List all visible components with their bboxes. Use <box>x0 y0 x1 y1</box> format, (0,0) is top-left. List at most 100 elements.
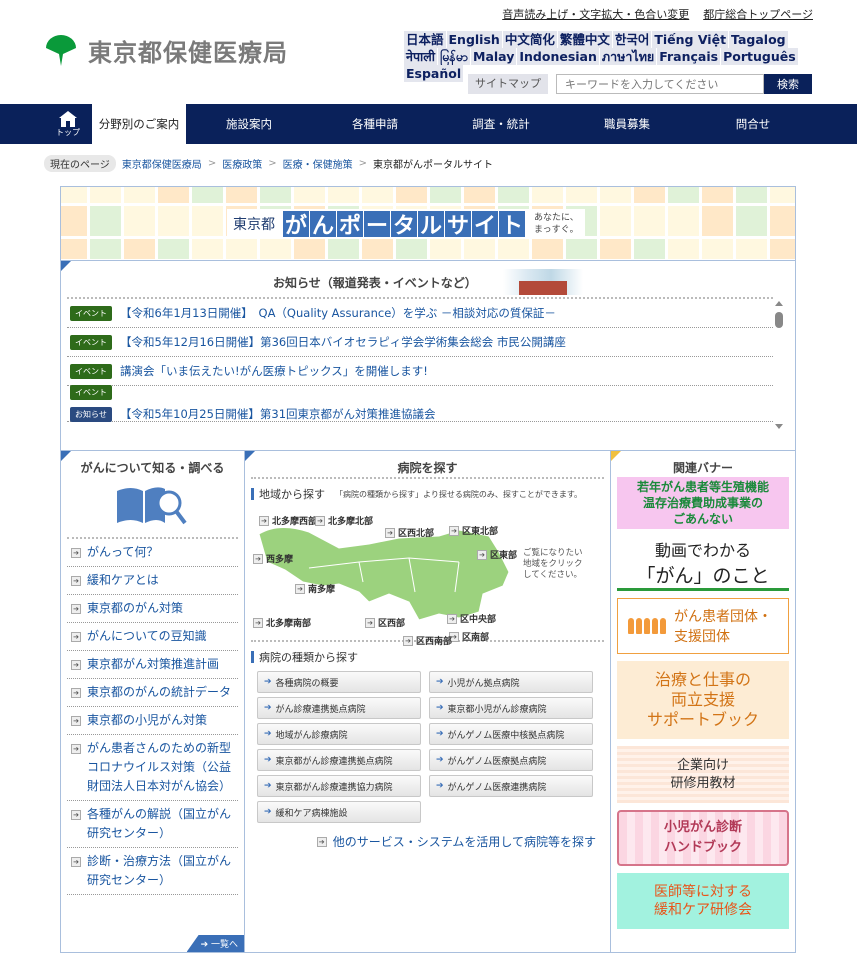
map-region-link[interactable]: ➔ 区西部 <box>365 616 405 629</box>
breadcrumb-link[interactable]: 東京都保健医療局 <box>122 156 202 171</box>
nav-item-recruitment[interactable]: 職員募集 <box>564 104 690 144</box>
metro-top-link[interactable]: 都庁総合トップページ <box>703 6 813 22</box>
nav-item-statistics[interactable]: 調査・統計 <box>438 104 564 144</box>
view-all-link[interactable]: ➔ 一覧へ <box>186 935 244 952</box>
learn-link[interactable]: 各種がんの解説（国立がん研究センター） <box>87 805 238 843</box>
banner-cancer-video[interactable]: 動画でわかる 「がん」のこと <box>617 536 789 591</box>
learn-link[interactable]: 東京都のがん対策 <box>87 599 183 618</box>
news-link[interactable]: 講演会「いま伝えたい!がん医療トピックス」を開催します! <box>120 363 428 379</box>
related-banners-panel: 関連バナー 若年がん患者等生殖機能 温存治療費助成事業の ごあんない 動画でわかる … <box>611 451 795 952</box>
news-link[interactable]: 【令和6年1月13日開催】 QA（Quality Assurance）を学ぶ －… <box>120 305 556 321</box>
hospital-type-button[interactable]: ➔ 地域がん診療病院 <box>257 723 421 745</box>
lang-ms[interactable]: Malay <box>471 48 517 65</box>
hospital-type-button[interactable]: ➔ 小児がん拠点病院 <box>429 671 593 693</box>
lang-pt[interactable]: Português <box>721 48 798 65</box>
nav-item-contact[interactable]: 問合せ <box>690 104 816 144</box>
lang-es[interactable]: Español <box>404 65 464 82</box>
search-button[interactable]: 検索 <box>764 74 812 94</box>
learn-link[interactable]: 東京都がん対策推進計画 <box>87 655 219 674</box>
news-link[interactable]: 【令和5年10月25日開催】第31回東京都がん対策推進協議会 <box>120 406 436 422</box>
learn-link[interactable]: 東京都の小児がん対策 <box>87 711 207 730</box>
lang-ko[interactable]: 한국어 <box>612 31 652 48</box>
lang-my[interactable]: မြန်မာ <box>438 48 470 65</box>
lang-en[interactable]: English <box>446 31 502 48</box>
map-region-link[interactable]: ➔ 北多摩南部 <box>253 616 311 629</box>
learn-list-item[interactable]: ➔ 診断・治療方法（国立がん研究センター） <box>67 848 238 895</box>
lang-tl[interactable]: Tagalog <box>729 31 788 48</box>
learn-list-item[interactable]: ➔ 各種がんの解説（国立がん研究センター） <box>67 801 238 848</box>
scroll-thumb[interactable] <box>775 312 783 328</box>
banner-palliative-training[interactable]: 医師等に対する 緩和ケア研修会 <box>617 873 789 929</box>
map-region-link[interactable]: ➔ 区南部 <box>449 630 489 643</box>
banner-corporate-training[interactable]: 企業向け 研修用教材 <box>617 746 789 803</box>
news-item[interactable]: イベント お知らせ 【令和5年10月25日開催】第31回東京都がん対策推進協議会 <box>67 385 773 422</box>
nav-home[interactable]: トップ <box>44 104 92 144</box>
arrow-icon: ➔ <box>264 807 272 817</box>
accessibility-link[interactable]: 音声読み上げ・文字拡大・色合い変更 <box>502 6 689 22</box>
hospital-type-button[interactable]: ➔ がんゲノム医療拠点病院 <box>429 749 593 771</box>
site-logo[interactable]: 東京都保健医療局 <box>44 33 288 68</box>
hospital-type-button[interactable]: ➔ がんゲノム医療中核拠点病院 <box>429 723 593 745</box>
map-region-link[interactable]: ➔ 北多摩北部 <box>315 514 373 527</box>
other-services-text[interactable]: 他のサービス・システムを活用して病院等を探す <box>333 833 596 850</box>
map-region-link[interactable]: ➔ 南多摩 <box>295 582 335 595</box>
learn-list-item[interactable]: ➔ がんについての豆知識 <box>67 623 238 651</box>
learn-list-item[interactable]: ➔ がんって何？ <box>67 539 238 567</box>
hospital-type-button[interactable]: ➔ がんゲノム医療連携病院 <box>429 775 593 797</box>
map-region-link[interactable]: ➔ 区東部 <box>477 548 517 561</box>
map-region-link[interactable]: ➔ 区中央部 <box>447 612 496 625</box>
learn-list-item[interactable]: ➔ がん患者さんのための新型コロナウイルス対策（公益財団法人日本対がん協会） <box>67 735 238 801</box>
news-scrollbar[interactable] <box>773 301 785 429</box>
learn-list-item[interactable]: ➔ 東京都がん対策推進計画 <box>67 651 238 679</box>
learn-list-item[interactable]: ➔ 東京都の小児がん対策 <box>67 707 238 735</box>
nav-item-fields[interactable]: 分野別のご案内 <box>92 104 186 144</box>
map-region-link[interactable]: ➔ 区東北部 <box>449 524 498 537</box>
news-item[interactable]: イベント 講演会「いま伝えたい!がん医療トピックス」を開催します! <box>67 357 773 386</box>
lang-vi[interactable]: Tiếng Việt <box>652 31 729 48</box>
learn-link[interactable]: がんについての豆知識 <box>87 627 207 646</box>
hospital-type-button[interactable]: ➔ 東京都がん診療連携協力病院 <box>257 775 421 797</box>
learn-link[interactable]: がんって何？ <box>87 543 158 562</box>
lang-ne[interactable]: नेपाली <box>404 48 437 65</box>
search-input[interactable] <box>556 74 764 94</box>
hospital-type-button[interactable]: ➔ がん診療連携拠点病院 <box>257 697 421 719</box>
learn-link[interactable]: 緩和ケアとは <box>87 571 159 590</box>
news-link[interactable]: 【令和5年12月16日開催】第36回日本バイオセラピィ学会学術集会総会 市民公開… <box>120 334 566 350</box>
breadcrumb-link[interactable]: 医療・保健施策 <box>283 156 353 171</box>
scroll-down-icon[interactable] <box>775 424 783 429</box>
nav-item-applications[interactable]: 各種申請 <box>312 104 438 144</box>
banner-pediatric-handbook[interactable]: 小児がん診断 ハンドブック <box>617 810 789 866</box>
news-item[interactable]: イベント 【令和5年12月16日開催】第36回日本バイオセラピィ学会学術集会総会… <box>67 328 773 357</box>
lang-id[interactable]: Indonesian <box>517 48 599 65</box>
lang-zh-tw[interactable]: 繁體中文 <box>557 31 612 48</box>
learn-list-item[interactable]: ➔ 東京都のがん対策 <box>67 595 238 623</box>
sitemap-button[interactable]: サイトマップ <box>468 74 548 94</box>
map-region-link[interactable]: ➔ 区西南部 <box>403 634 452 647</box>
scroll-up-icon[interactable] <box>775 301 783 306</box>
learn-link[interactable]: 診断・治療方法（国立がん研究センター） <box>87 852 238 890</box>
banner-patient-groups[interactable]: がん患者団体・ 支援団体 <box>617 598 789 654</box>
banner-work-support-book[interactable]: 治療と仕事の 両立支援 サポートブック <box>617 661 789 739</box>
other-services-link[interactable]: ➔ 他のサービス・システムを活用して病院等を探す <box>251 833 596 850</box>
map-region-link[interactable]: ➔ 区西北部 <box>385 526 434 539</box>
hospital-type-button[interactable]: ➔ 東京都小児がん診療病院 <box>429 697 593 719</box>
lang-fr[interactable]: Français <box>657 48 721 65</box>
learn-link[interactable]: 東京都のがんの統計データ <box>87 683 231 702</box>
learn-list-item[interactable]: ➔ 緩和ケアとは <box>67 567 238 595</box>
nav-item-facilities[interactable]: 施設案内 <box>186 104 312 144</box>
banner-fertility-support[interactable]: 若年がん患者等生殖機能 温存治療費助成事業の ごあんない <box>617 477 789 529</box>
lang-th[interactable]: ภาษาไทย <box>599 48 657 65</box>
breadcrumb-link[interactable]: 医療政策 <box>222 156 262 171</box>
learn-link[interactable]: がん患者さんのための新型コロナウイルス対策（公益財団法人日本対がん協会） <box>87 739 238 796</box>
hospital-type-button[interactable]: ➔ 各種病院の概要 <box>257 671 421 693</box>
lang-ja[interactable]: 日本語 <box>404 31 446 48</box>
lang-zh-cn[interactable]: 中文简化 <box>502 31 557 48</box>
map-region-link[interactable]: ➔ 西多摩 <box>253 552 293 565</box>
type-heading: 病院の種類から探す <box>259 651 358 664</box>
hospital-type-button[interactable]: ➔ 東京都がん診療連携拠点病院 <box>257 749 421 771</box>
learn-list-item[interactable]: ➔ 東京都のがんの統計データ <box>67 679 238 707</box>
news-item[interactable]: イベント 【令和6年1月13日開催】 QA（Quality Assurance）… <box>67 299 773 328</box>
hospital-type-button[interactable]: ➔ 緩和ケア病棟施設 <box>257 801 421 823</box>
hero-tile <box>124 239 155 259</box>
map-region-link[interactable]: ➔ 北多摩西部 <box>259 514 317 527</box>
